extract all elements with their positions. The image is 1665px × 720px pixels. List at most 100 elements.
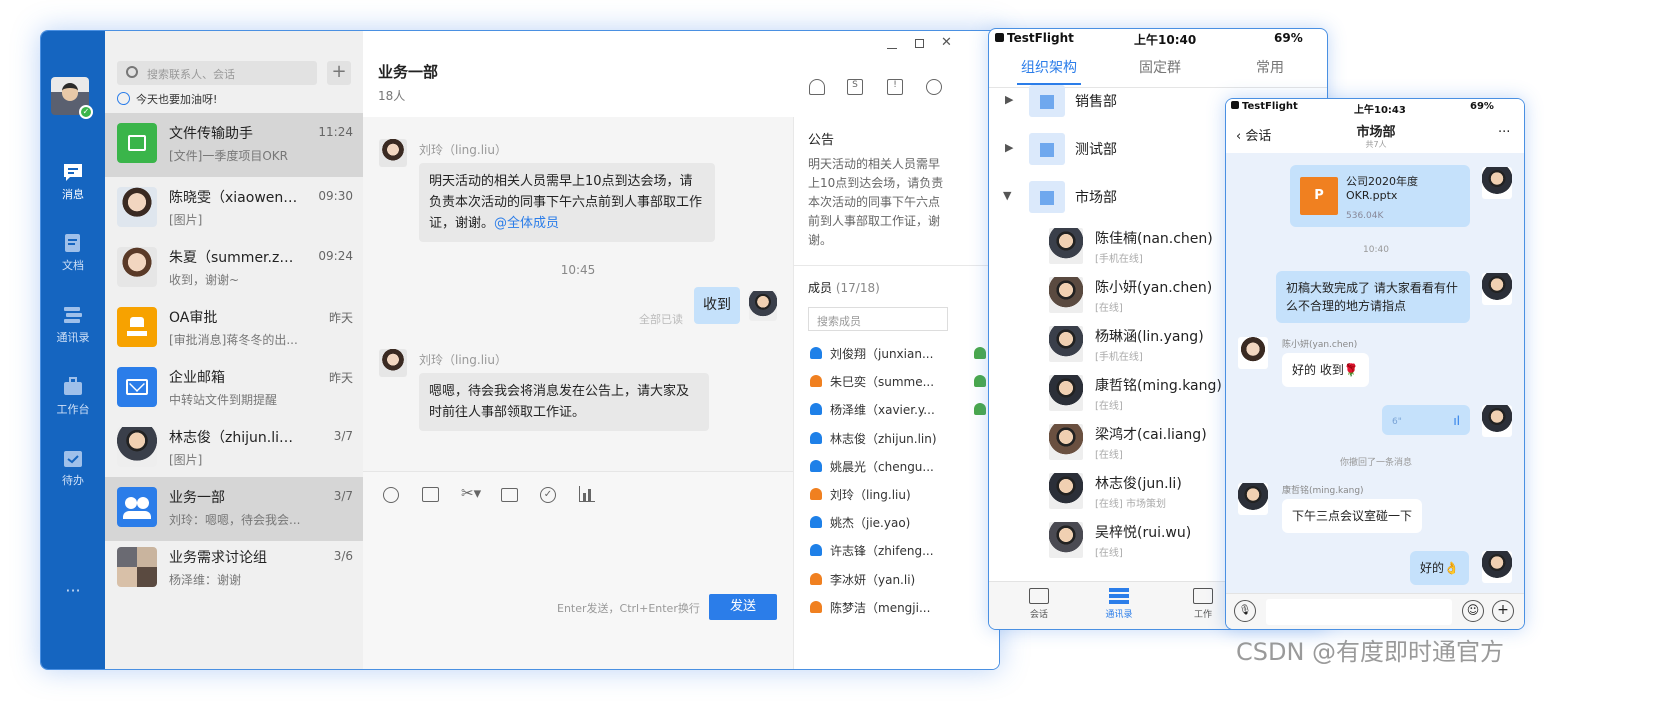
minimize-icon[interactable] xyxy=(887,48,897,49)
add-button[interactable]: + xyxy=(327,61,351,85)
document-icon xyxy=(65,234,80,252)
status-icon xyxy=(117,92,130,105)
tab-frequent[interactable]: 常用 xyxy=(1256,57,1284,77)
contact-row[interactable]: 吴梓悦(rui.wu) [在线] xyxy=(1049,516,1239,564)
message-bubble[interactable]: 下午三点会议室碰一下 xyxy=(1282,499,1423,533)
list-item[interactable]: 业务需求讨论组 3/6 杨泽维：谢谢 xyxy=(105,537,363,601)
list-item[interactable]: OA审批 昨天 [审批消息]蒋冬冬的出... xyxy=(105,297,363,361)
image-icon[interactable] xyxy=(422,487,439,502)
list-item[interactable]: 陈晓雯（xiaowen.c... 09:30 [图片] xyxy=(105,177,363,241)
mention-link[interactable]: @全体成员 xyxy=(494,216,559,231)
more-button[interactable]: ··· xyxy=(41,581,105,600)
member-row[interactable]: 刘俊翔（junxian... xyxy=(810,345,986,365)
list-item[interactable]: 业务一部 3/7 刘玲：嗯嗯，待会我会... xyxy=(105,477,363,541)
contact-status: [在线] xyxy=(1095,450,1123,461)
contact-name: 吴梓悦(rui.wu) xyxy=(1095,525,1192,541)
contact-row[interactable]: 陈佳楠(nan.chen) [手机在线] xyxy=(1049,222,1239,270)
member-row[interactable]: 刘玲（ling.liu) xyxy=(810,486,980,506)
conv-time: 09:24 xyxy=(318,249,353,263)
department-row[interactable]: ▶ 销售部 xyxy=(989,77,1239,125)
contact-name: 康哲铭(ming.kang) xyxy=(1095,378,1222,394)
bottom-tab-contacts[interactable]: 通讯录 xyxy=(1099,588,1139,620)
read-status: 全部已读 xyxy=(639,313,683,326)
conv-preview: [图片] xyxy=(169,213,203,227)
member-row[interactable]: 朱巳奕（summe... xyxy=(810,373,986,393)
folder-icon[interactable] xyxy=(501,488,518,502)
contact-row[interactable]: 康哲铭(ming.kang) [在线] xyxy=(1049,369,1239,417)
member-row[interactable]: 姚晨光（chengu... xyxy=(810,458,980,478)
contact-row[interactable]: 林志俊(jun.li) [在线] 市场策划 xyxy=(1049,467,1239,515)
emoji-icon[interactable]: ☺ xyxy=(1462,600,1484,622)
bottom-tab-chats[interactable]: 会话 xyxy=(1019,588,1059,620)
avatar xyxy=(117,247,157,287)
member-row[interactable]: 许志锋（zhifeng... xyxy=(810,542,980,562)
close-icon[interactable]: ✕ xyxy=(941,35,952,50)
list-item[interactable]: 企业邮箱 昨天 中转站文件到期提醒 xyxy=(105,357,363,421)
member-name: 林志俊（zhijun.lin) xyxy=(830,431,937,446)
rail-item-contacts[interactable]: 通讯录 xyxy=(41,304,105,345)
conv-preview: 杨泽维：谢谢 xyxy=(169,573,242,587)
more-menu-icon[interactable]: ··· xyxy=(1498,125,1510,140)
status-battery: 69% xyxy=(1274,31,1303,45)
microphone-icon[interactable]: 🎙 xyxy=(1234,600,1256,622)
send-button[interactable]: 发送 xyxy=(709,594,777,620)
member-row[interactable]: 林志俊（zhijun.lin) xyxy=(810,430,980,450)
message-bubble[interactable]: 嗯嗯，待会我会将消息发在公告上，请大家及时前往人事部领取工作证。 xyxy=(419,373,709,431)
member-row[interactable]: 姚杰（jie.yao) xyxy=(810,514,980,534)
screenshot-scissors-icon[interactable]: ✂▾ xyxy=(461,484,481,502)
member-row[interactable]: 杨泽维（xavier.y... xyxy=(810,401,986,421)
settings-gear-icon[interactable] xyxy=(926,79,942,95)
member-search-input[interactable]: 搜索成员 xyxy=(808,307,948,331)
member-row[interactable]: 李冰妍（yan.li) xyxy=(810,571,980,591)
file-card[interactable]: P 公司2020年度OKR.pptx 536.04K xyxy=(1290,165,1470,227)
add-plus-icon[interactable]: + xyxy=(1492,600,1514,622)
tab-fixed-groups[interactable]: 固定群 xyxy=(1139,57,1181,77)
search-input[interactable]: 搜索联系人、会话 xyxy=(117,61,317,85)
message-input[interactable] xyxy=(1266,599,1452,625)
chat-bubble-icon xyxy=(1029,588,1049,604)
rail-item-messages[interactable]: 消息 xyxy=(41,161,105,202)
member-row[interactable]: 陈梦洁（mengji... xyxy=(810,599,980,619)
member-name: 陈梦洁（mengji... xyxy=(830,600,931,615)
tab-org[interactable]: 组织架构 xyxy=(1021,57,1077,77)
emoji-icon[interactable] xyxy=(383,487,399,503)
rail-item-docs[interactable]: 文档 xyxy=(41,232,105,273)
conv-time: 昨天 xyxy=(328,311,353,325)
rail-item-todo[interactable]: 待办 xyxy=(41,447,105,488)
list-item[interactable]: 林志俊（zhijun.lin... 3/7 [图片] xyxy=(105,417,363,481)
message-bubble[interactable]: 明天活动的相关人员需早上10点到达会场，请负责本次活动的同事下午六点前到人事部取… xyxy=(419,163,715,242)
list-item[interactable]: 文件传输助手 11:24 [文件]一季度项目OKR xyxy=(105,113,363,177)
message-bubble-self[interactable]: 好的👌 xyxy=(1410,551,1469,585)
message-bubble-self[interactable]: 收到 xyxy=(694,287,740,324)
list-item[interactable]: 朱夏（summer.zh... 09:24 收到，谢谢~ xyxy=(105,237,363,301)
conv-name: OA审批 xyxy=(169,310,218,326)
conv-time: 3/7 xyxy=(333,489,353,503)
message-bubble[interactable]: 好的 收到🌹 xyxy=(1282,353,1369,387)
rail-item-workbench[interactable]: 工作台 xyxy=(41,376,105,417)
expand-arrow-icon: ▶ xyxy=(1005,141,1014,154)
members-title: 成员 (17/18) xyxy=(808,279,880,296)
status-line[interactable]: 今天也要加油呀! xyxy=(117,91,217,107)
message-time: 10:40 xyxy=(1363,245,1389,255)
voice-message[interactable]: 6" ıl xyxy=(1382,405,1470,435)
notice-icon[interactable]: ! xyxy=(887,79,903,95)
member-name: 刘俊翔（junxian... xyxy=(830,347,934,361)
contact-row[interactable]: 梁鸿才(cai.liang) [在线] xyxy=(1049,418,1239,466)
chart-icon[interactable] xyxy=(579,486,595,502)
add-member-icon[interactable] xyxy=(809,79,825,95)
message-bubble-self[interactable]: 初稿大致完成了 请大家看看有什么不合理的地方请指点 xyxy=(1276,271,1470,323)
contact-row[interactable]: 杨琳涵(lin.yang) [手机在线] xyxy=(1049,320,1239,368)
file-size: 536.04K xyxy=(1346,211,1384,221)
contact-row[interactable]: 陈小妍(yan.chen) [在线] xyxy=(1049,271,1239,319)
bottom-tab-work[interactable]: 工作 xyxy=(1183,588,1223,620)
shared-file-icon[interactable]: S xyxy=(847,79,863,95)
department-row[interactable]: ▼ 市场部 xyxy=(989,173,1239,221)
check-circle-icon[interactable]: ✓ xyxy=(540,487,556,503)
user-avatar[interactable]: ✓ xyxy=(51,77,93,119)
voice-duration: 6" xyxy=(1392,417,1402,427)
department-row[interactable]: ▶ 测试部 xyxy=(989,125,1239,173)
maximize-icon[interactable] xyxy=(915,39,924,48)
status-app: TestFlight xyxy=(1242,101,1298,112)
member-name: 李冰妍（yan.li) xyxy=(830,572,916,587)
chat-panel: 业务一部 18人 ✕ S ! 刘玲（ling.liu） 明天活动的相关人员需早上… xyxy=(363,31,999,669)
